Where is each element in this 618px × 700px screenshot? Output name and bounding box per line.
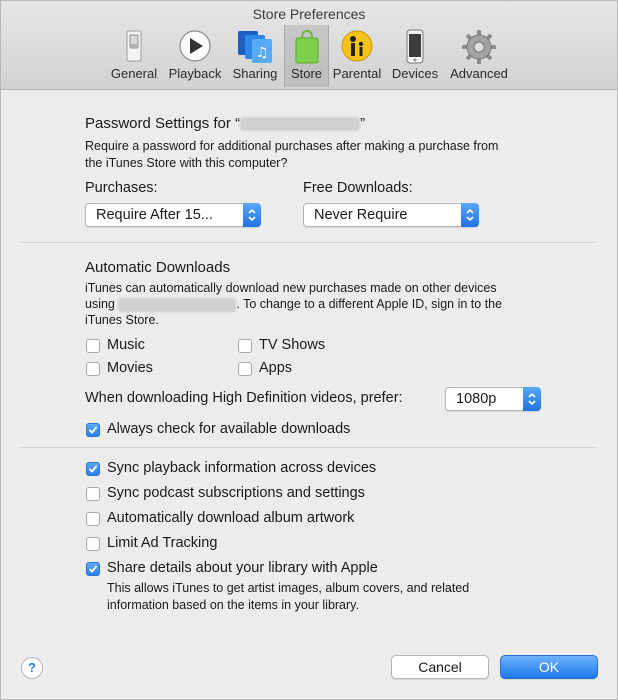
album-artwork-label: Automatically download album artwork — [107, 510, 355, 526]
purchases-value: Require After 15... — [96, 207, 213, 223]
gear-icon — [462, 30, 496, 64]
tab-sharing-label: Sharing — [232, 66, 278, 81]
popup-arrows-icon — [523, 387, 541, 411]
window-title: Store Preferences — [252, 6, 366, 22]
tv-shows-label: TV Shows — [259, 337, 326, 353]
auto-downloads-line-3: iTunes Store. — [85, 313, 159, 327]
checkmark-icon — [88, 426, 98, 434]
hd-preference-label: When downloading High Definition videos,… — [85, 390, 403, 406]
preferences-window: Store Preferences General Playback ♫ Sha… — [0, 0, 618, 700]
help-button[interactable]: ? — [21, 657, 43, 679]
redacted-account — [240, 117, 361, 132]
tab-general[interactable]: General — [107, 25, 161, 87]
switch-icon — [126, 30, 142, 62]
tab-sharing[interactable]: ♫ Sharing — [229, 25, 281, 87]
purchases-popup[interactable]: Require After 15... — [85, 203, 261, 227]
sync-podcast-checkbox[interactable] — [86, 487, 100, 501]
tab-store[interactable]: Store — [284, 25, 329, 87]
checkmark-icon — [88, 465, 98, 473]
share-library-checkbox[interactable] — [86, 562, 100, 576]
tab-advanced[interactable]: Advanced — [447, 25, 511, 87]
movies-label: Movies — [107, 360, 153, 376]
store-bag-icon — [295, 29, 318, 64]
play-icon — [179, 30, 211, 62]
divider — [21, 447, 595, 448]
svg-text:♫: ♫ — [256, 45, 269, 61]
tab-devices-label: Devices — [391, 66, 439, 81]
always-check-checkbox[interactable] — [86, 423, 100, 437]
redacted-apple-id — [118, 297, 237, 312]
sharing-icon: ♫ — [238, 31, 272, 63]
tab-playback[interactable]: Playback — [165, 25, 225, 87]
purchases-label: Purchases: — [85, 180, 158, 196]
auto-line2-suffix: . To change to a different Apple ID, sig… — [236, 297, 503, 311]
devices-icon — [406, 29, 424, 64]
cancel-button[interactable]: Cancel — [391, 655, 489, 679]
tv-shows-checkbox[interactable] — [238, 339, 252, 353]
free-downloads-popup[interactable]: Never Require — [303, 203, 479, 227]
limit-ad-tracking-checkbox[interactable] — [86, 537, 100, 551]
tab-store-label: Store — [290, 66, 323, 81]
auto-line2-prefix: using — [85, 297, 115, 311]
tab-advanced-label: Advanced — [450, 66, 508, 81]
tab-parental[interactable]: Parental — [331, 25, 383, 87]
sync-playback-label: Sync playback information across devices — [107, 460, 377, 476]
share-library-label: Share details about your library with Ap… — [107, 560, 378, 576]
popup-arrows-icon — [461, 203, 479, 227]
automatic-downloads-heading: Automatic Downloads — [85, 259, 231, 276]
hd-preference-value: 1080p — [456, 391, 497, 407]
password-heading-prefix: Password Settings for “ — [85, 115, 241, 132]
sync-playback-checkbox[interactable] — [86, 462, 100, 476]
free-downloads-label: Free Downloads: — [303, 180, 413, 196]
divider — [21, 242, 595, 243]
toolbar: Store Preferences General Playback ♫ Sha… — [1, 1, 617, 90]
password-description-line-2: the iTunes Store with this computer? — [85, 156, 288, 170]
tab-playback-label: Playback — [168, 66, 222, 81]
popup-arrows-icon — [243, 203, 261, 227]
apps-label: Apps — [259, 360, 293, 376]
tab-parental-label: Parental — [332, 66, 382, 81]
auto-downloads-line-1: iTunes can automatically download new pu… — [85, 281, 497, 295]
limit-ad-tracking-label: Limit Ad Tracking — [107, 535, 218, 551]
auto-downloads-line-2: using . To change to a different Apple I… — [85, 297, 502, 312]
share-description-line-2: information based on the items in your l… — [107, 598, 359, 612]
parental-icon — [341, 30, 373, 62]
share-description-line-1: This allows iTunes to get artist images,… — [107, 581, 470, 595]
movies-checkbox[interactable] — [86, 362, 100, 376]
album-artwork-checkbox[interactable] — [86, 512, 100, 526]
password-heading-suffix: ” — [360, 115, 366, 132]
music-checkbox[interactable] — [86, 339, 100, 353]
hd-preference-popup[interactable]: 1080p — [445, 387, 541, 411]
checkmark-icon — [88, 565, 98, 573]
free-downloads-value: Never Require — [314, 207, 408, 223]
tab-general-label: General — [110, 66, 158, 81]
password-description-line-1: Require a password for additional purcha… — [85, 139, 499, 153]
tab-devices[interactable]: Devices — [389, 25, 441, 87]
sync-podcast-label: Sync podcast subscriptions and settings — [107, 485, 365, 501]
apps-checkbox[interactable] — [238, 362, 252, 376]
password-settings-heading: Password Settings for “ ” — [85, 115, 365, 132]
music-label: Music — [107, 337, 145, 353]
ok-button[interactable]: OK — [500, 655, 598, 679]
always-check-label: Always check for available downloads — [107, 421, 351, 437]
